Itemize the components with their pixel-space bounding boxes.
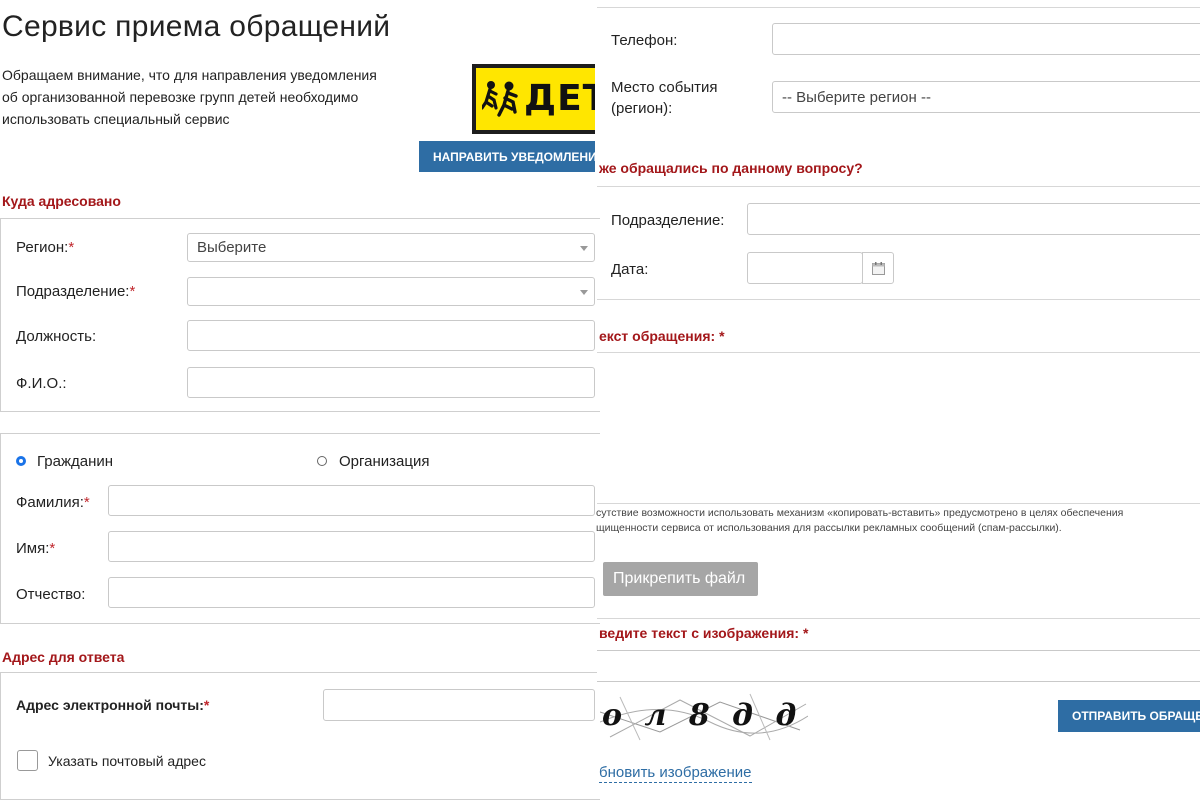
previous-divider-top (597, 186, 1200, 187)
children-transport-banner[interactable]: ДЕТИ (472, 64, 595, 134)
captcha-text: о л 8 д д (602, 698, 803, 733)
message-heading: екст обращения: * (599, 328, 725, 344)
organization-radio-label[interactable]: Организация (339, 453, 429, 470)
lastname-label: Фамилия:* (16, 494, 90, 511)
event-place-label: Место события (регион): (611, 79, 718, 117)
organization-radio[interactable] (317, 456, 327, 466)
position-input[interactable] (187, 320, 595, 351)
email-label: Адрес электронной почты:* (16, 697, 210, 713)
banner-text: ДЕТИ (524, 78, 595, 119)
division-select[interactable] (187, 277, 595, 306)
previous-appeal-heading: же обращались по данному вопросу? (599, 160, 863, 176)
region-select[interactable]: Выберите (187, 233, 595, 262)
page-title: Сервис приема обращений (2, 10, 391, 43)
previous-divider-bottom (597, 299, 1200, 300)
postal-address-label[interactable]: Указать почтовый адрес (48, 753, 206, 769)
patronymic-label: Отчество: (16, 586, 86, 603)
captcha-divider-top (597, 618, 1200, 619)
event-region-select[interactable]: -- Выберите регион -- (772, 81, 1200, 113)
calendar-icon (872, 262, 885, 275)
copy-paste-note: сутствие возможности использовать механи… (596, 507, 1124, 534)
phone-label: Телефон: (611, 32, 678, 49)
top-divider (597, 7, 1200, 8)
notice-line-2: об организованной перевозке групп детей … (2, 89, 359, 105)
chevron-down-icon (580, 289, 588, 295)
position-label: Должность: (16, 328, 97, 345)
send-notification-button[interactable]: НАПРАВИТЬ УВЕДОМЛЕНИЕ (419, 141, 595, 172)
citizen-radio-label[interactable]: Гражданин (37, 453, 113, 470)
running-children-icon (482, 81, 518, 117)
calendar-button[interactable] (862, 252, 894, 284)
notice-text: Обращаем внимание, что для направления у… (2, 64, 422, 130)
postal-address-checkbox[interactable] (17, 750, 38, 771)
reply-address-heading: Адрес для ответа (2, 649, 125, 665)
division-label: Подразделение:* (16, 283, 136, 300)
event-region-select-value: -- Выберите регион -- (782, 88, 931, 106)
notice-line-3: использовать специальный сервис (2, 111, 230, 127)
fio-label: Ф.И.О.: (16, 375, 67, 392)
lastname-input[interactable] (108, 485, 595, 516)
previous-division-input[interactable] (747, 203, 1200, 235)
region-select-value: Выберите (197, 239, 267, 256)
previous-date-label: Дата: (611, 261, 649, 278)
captcha-image: о л 8 д д (600, 692, 808, 742)
message-textarea[interactable] (597, 353, 1200, 503)
addressee-heading: Куда адресовано (2, 193, 121, 209)
firstname-input[interactable] (108, 531, 595, 562)
fio-input[interactable] (187, 367, 595, 398)
notice-line-1: Обращаем внимание, что для направления у… (2, 67, 377, 83)
captcha-heading: ведите текст с изображения: * (599, 625, 809, 641)
region-label: Регион:* (16, 239, 75, 256)
previous-date-input[interactable] (747, 252, 863, 284)
firstname-label: Имя:* (16, 540, 56, 557)
phone-input[interactable] (772, 23, 1200, 55)
captcha-input[interactable] (597, 650, 1200, 682)
message-divider-bottom (597, 503, 1200, 504)
refresh-captcha-link[interactable]: бновить изображение (599, 764, 752, 783)
citizen-radio[interactable] (16, 456, 26, 466)
previous-division-label: Подразделение: (611, 212, 725, 229)
patronymic-input[interactable] (108, 577, 595, 608)
email-input[interactable] (323, 689, 595, 721)
submit-appeal-button[interactable]: ОТПРАВИТЬ ОБРАЩЕНИЕ (1058, 700, 1200, 732)
attach-file-button[interactable]: Прикрепить файл (603, 562, 758, 596)
chevron-down-icon (580, 245, 588, 251)
